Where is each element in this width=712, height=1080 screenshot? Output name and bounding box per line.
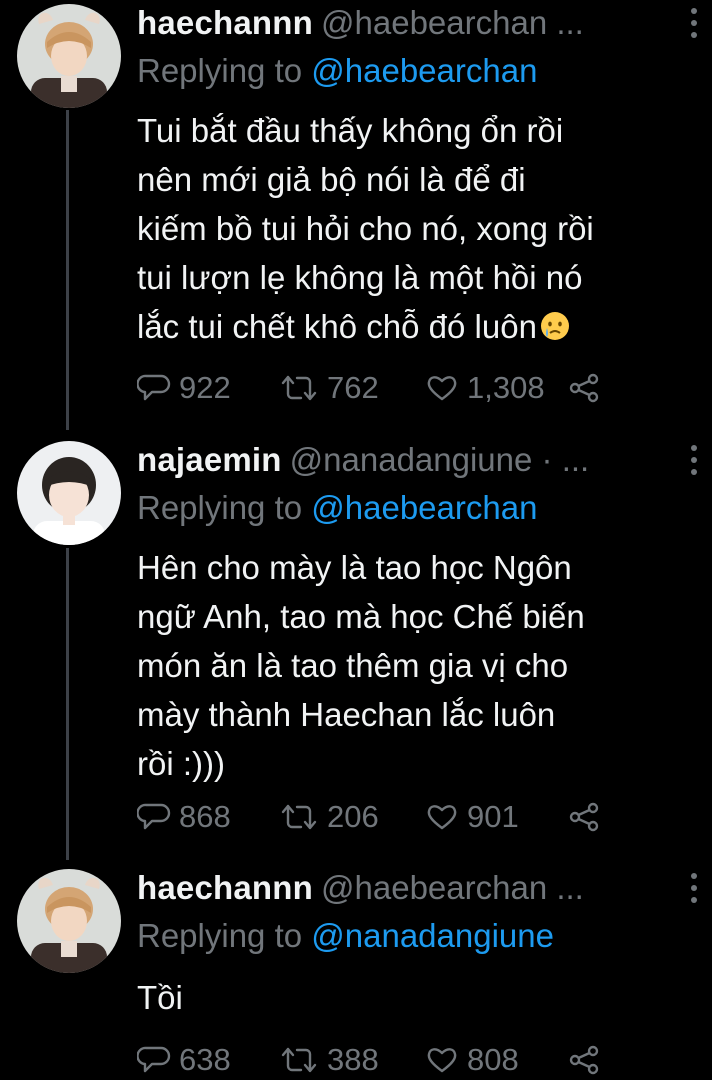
- crying-face-emoji: [540, 312, 569, 340]
- user-handle[interactable]: @haebearchan ...: [321, 869, 584, 906]
- avatar[interactable]: [17, 4, 121, 108]
- reply-icon: [137, 374, 171, 401]
- user-handle[interactable]: @haebearchan ...: [321, 4, 584, 41]
- like-button[interactable]: 901: [425, 797, 519, 837]
- tweet-text-line: Hên cho mày là tao học Ngôn: [137, 549, 572, 586]
- retweet-button[interactable]: 206: [279, 797, 379, 837]
- retweet-icon: [281, 1047, 317, 1073]
- replying-prefix: Replying to: [137, 917, 312, 954]
- mention-link[interactable]: @nanadangiune: [311, 917, 554, 954]
- tweet-text: Tồi: [137, 973, 697, 1022]
- retweet-count: 762: [327, 370, 379, 405]
- retweet-button[interactable]: 762: [279, 368, 379, 408]
- share-icon: [569, 373, 599, 403]
- reply-count: 638: [179, 1042, 231, 1077]
- heart-icon: [427, 805, 457, 830]
- replying-prefix: Replying to: [137, 52, 312, 89]
- display-name[interactable]: najaemin: [137, 441, 282, 478]
- reply-button[interactable]: 638: [137, 1040, 231, 1080]
- tweet-text-line: tui lượn lẹ không là một hồi nó: [137, 259, 583, 296]
- tweet-text-line: ngữ Anh, tao mà học Chế biến: [137, 598, 585, 635]
- replying-to: Replying to @haebearchan: [137, 52, 537, 90]
- retweet-count: 206: [327, 799, 379, 834]
- tweet-text: Hên cho mày là tao học Ngôn ngữ Anh, tao…: [137, 543, 697, 788]
- avatar[interactable]: [17, 869, 121, 973]
- reply-button[interactable]: 868: [137, 797, 231, 837]
- tweet-text-line: kiếm bồ tui hỏi cho nó, xong rồi: [137, 210, 594, 247]
- tweet-actions: 922 762 1,308: [137, 368, 617, 408]
- tweet-text-line-with-emoji: lắc tui chết khô chỗ đó luôn: [137, 302, 697, 351]
- share-button[interactable]: [567, 797, 609, 837]
- retweet-icon: [281, 375, 317, 401]
- display-name[interactable]: haechannn: [137, 4, 313, 41]
- reply-button[interactable]: 922: [137, 368, 231, 408]
- more-options-icon[interactable]: [686, 445, 702, 475]
- replying-prefix: Replying to: [137, 489, 312, 526]
- share-button[interactable]: [567, 1040, 609, 1080]
- tweet[interactable]: haechannn @haebearchan ... Replying to @h…: [0, 4, 712, 424]
- replying-to: Replying to @nanadangiune: [137, 917, 554, 955]
- display-name[interactable]: haechannn: [137, 869, 313, 906]
- mention-link[interactable]: @haebearchan: [311, 52, 537, 89]
- reply-icon: [137, 803, 171, 830]
- retweet-button[interactable]: 388: [279, 1040, 379, 1080]
- tweet-text-line: mày thành Haechan lắc luôn: [137, 696, 556, 733]
- tweet-text-line: món ăn là tao thêm gia vị cho: [137, 647, 569, 684]
- reply-icon: [137, 1046, 171, 1073]
- like-count: 1,308: [467, 370, 545, 405]
- share-button[interactable]: [567, 368, 609, 408]
- tweet-actions: 868 206 901: [137, 797, 617, 837]
- like-count: 901: [467, 799, 519, 834]
- replying-to: Replying to @haebearchan: [137, 489, 537, 527]
- share-icon: [569, 802, 599, 832]
- tweet-text: Tui bắt đầu thấy không ổn rồi nên mới gi…: [137, 106, 697, 351]
- tweet[interactable]: haechannn @haebearchan ... Replying to @n…: [0, 869, 712, 1077]
- tweet-header: haechannn @haebearchan ...: [137, 4, 697, 48]
- tweet-header: haechannn @haebearchan ...: [137, 869, 697, 913]
- like-count: 808: [467, 1042, 519, 1077]
- share-icon: [569, 1045, 599, 1075]
- mention-link[interactable]: @haebearchan: [311, 489, 537, 526]
- tweet[interactable]: najaemin @nanadangiune · ... Replying to …: [0, 441, 712, 861]
- tweet-text-line: Tui bắt đầu thấy không ổn rồi: [137, 112, 564, 149]
- heart-icon: [427, 376, 457, 401]
- heart-icon: [427, 1048, 457, 1073]
- tweet-actions: 638 388 808: [137, 1040, 617, 1080]
- tweet-text-line: lắc tui chết khô chỗ đó luôn: [137, 308, 537, 345]
- avatar[interactable]: [17, 441, 121, 545]
- more-options-icon[interactable]: [686, 8, 702, 38]
- tweet-text-line: rồi :))): [137, 745, 225, 782]
- like-button[interactable]: 1,308: [425, 368, 545, 408]
- retweet-count: 388: [327, 1042, 379, 1077]
- tweet-text-line: Tồi: [137, 979, 183, 1016]
- reply-count: 868: [179, 799, 231, 834]
- reply-count: 922: [179, 370, 231, 405]
- retweet-icon: [281, 804, 317, 830]
- tweet-header: najaemin @nanadangiune · ...: [137, 441, 697, 485]
- more-options-icon[interactable]: [686, 873, 702, 903]
- tweet-text-line: nên mới giả bộ nói là để đi: [137, 161, 526, 198]
- like-button[interactable]: 808: [425, 1040, 519, 1080]
- user-handle[interactable]: @nanadangiune · ...: [290, 441, 590, 478]
